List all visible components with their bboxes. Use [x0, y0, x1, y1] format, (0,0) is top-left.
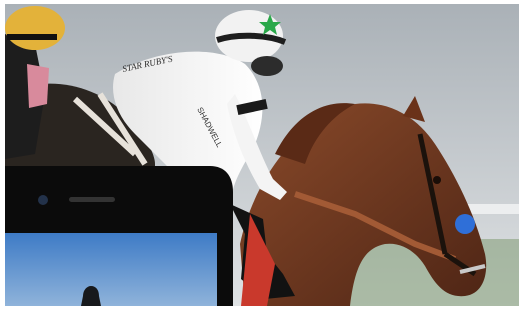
phone-screen: [5, 233, 217, 306]
photo-frame: STAR RUBY'S SHADWELL: [5, 4, 519, 306]
phone-speaker-grille: [69, 197, 115, 202]
smartphone: [5, 166, 233, 306]
racing-photo: STAR RUBY'S SHADWELL: [5, 4, 519, 306]
left-jockey-cap: [5, 6, 65, 50]
phone-front-camera: [38, 195, 48, 205]
left-jockey-face: [27, 64, 49, 108]
left-jockey-goggle-strap: [7, 34, 57, 40]
horse-eye: [433, 176, 441, 184]
bridle-blue-pompom: [455, 214, 475, 234]
jockey-goggles: [251, 56, 283, 76]
